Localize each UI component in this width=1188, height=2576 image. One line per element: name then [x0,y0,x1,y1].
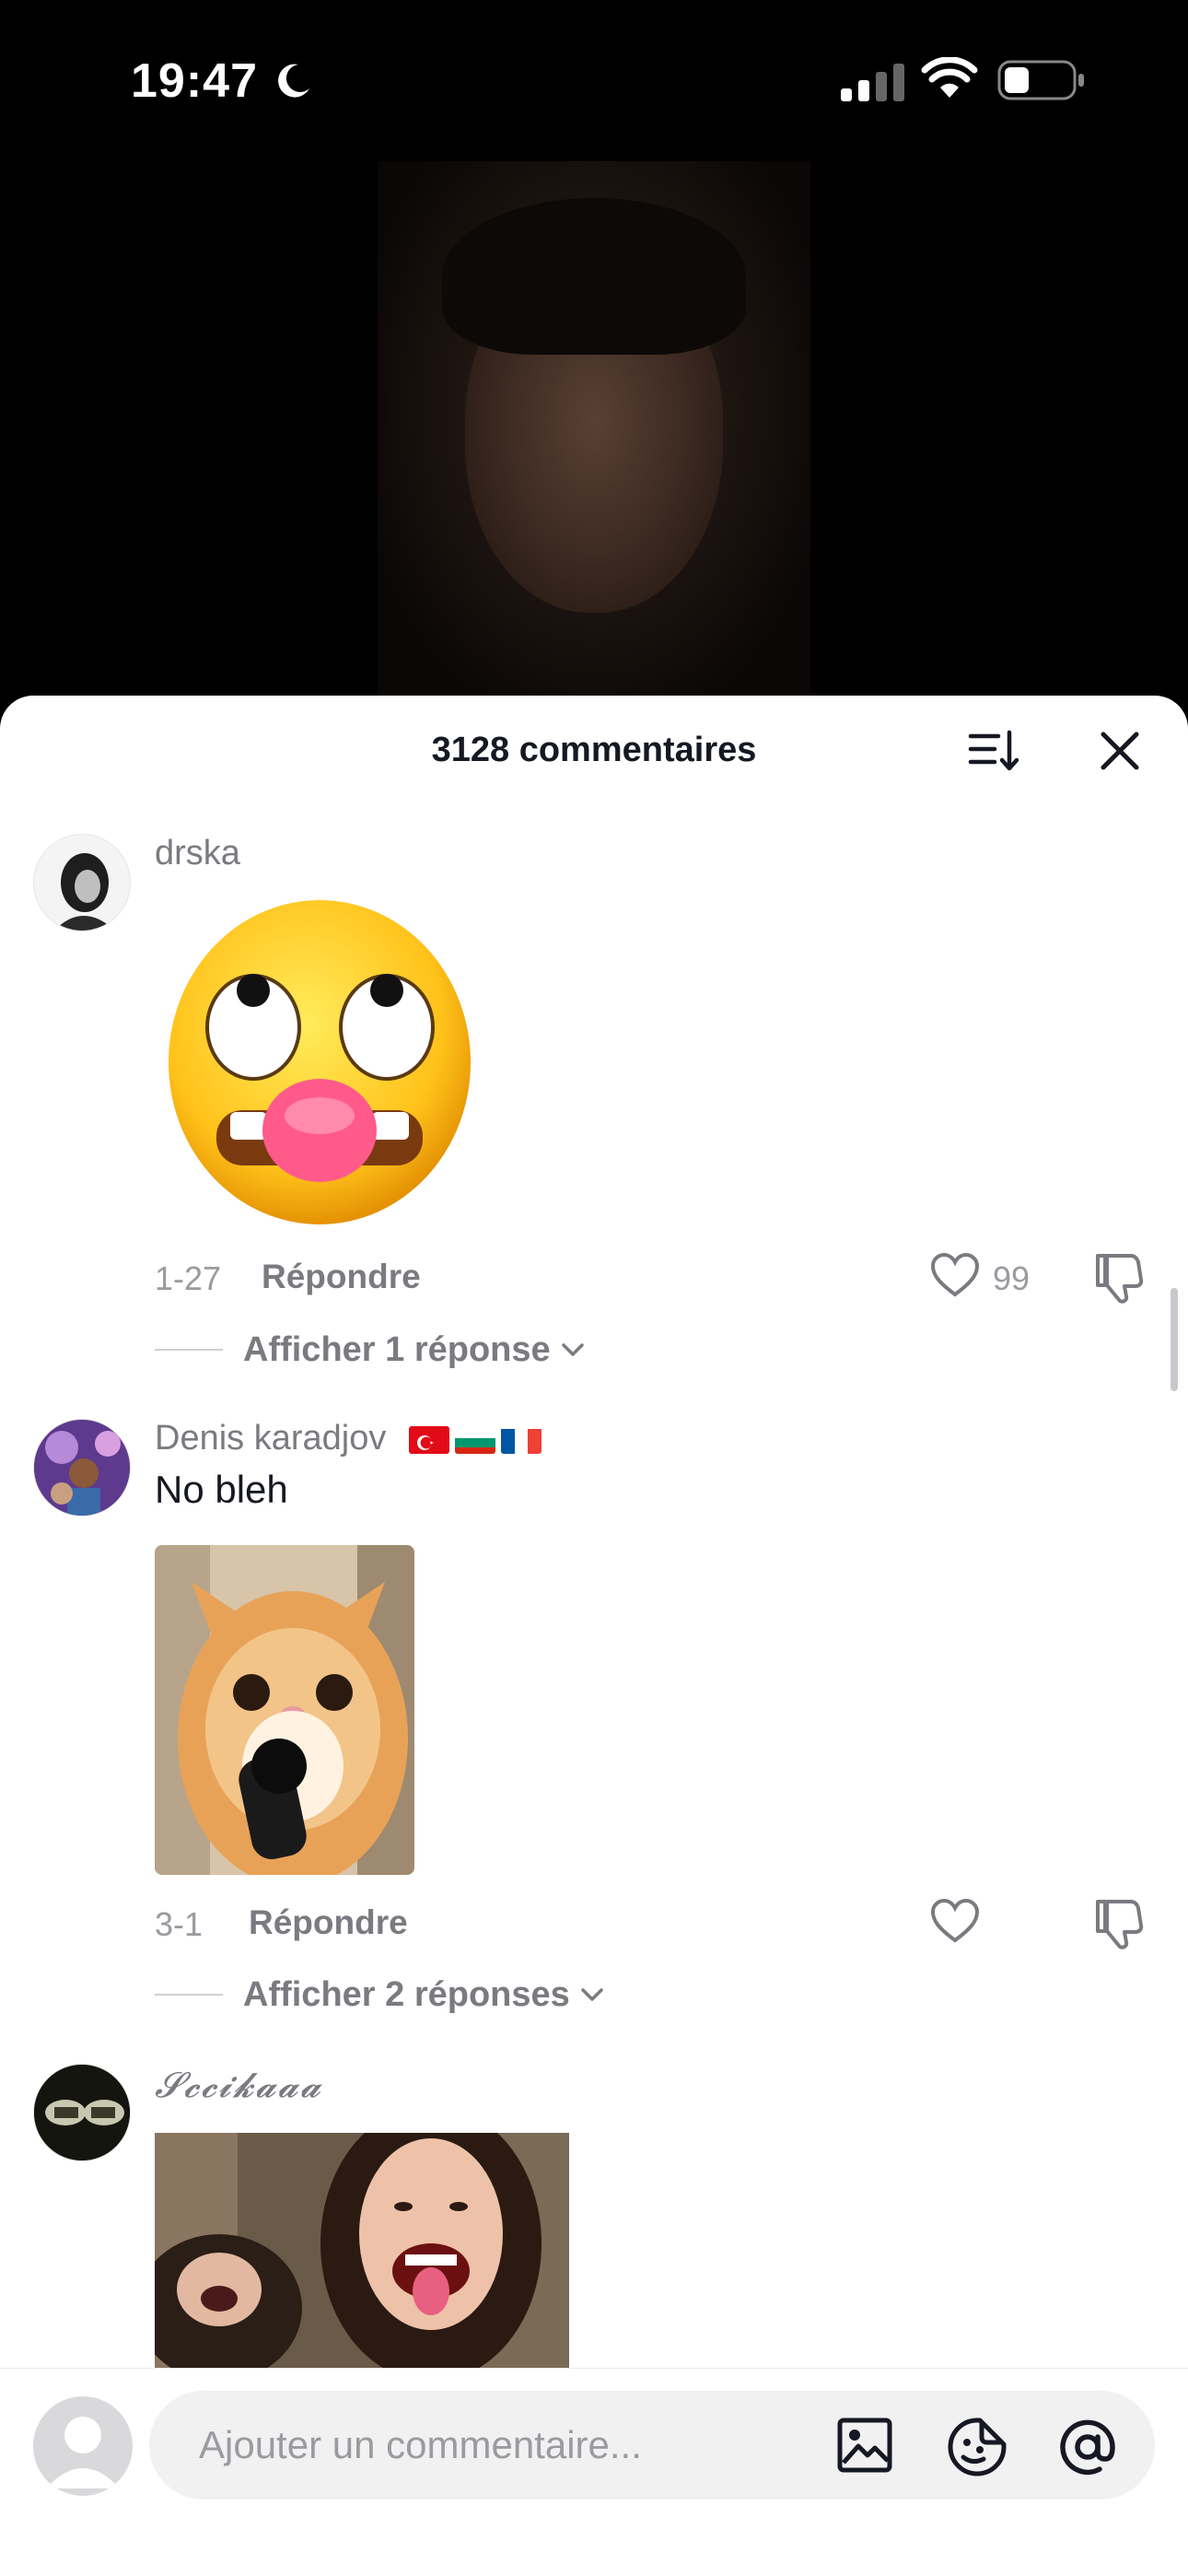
france-flag-icon [500,1426,542,1454]
scrollbar[interactable] [1171,1288,1178,1391]
image-icon[interactable] [836,2417,893,2474]
comment-text: No bleh [155,1468,288,1511]
cellular-signal-icon [841,64,904,101]
comment-date: 1-27 [155,1259,222,1297]
reply-button[interactable]: Répondre [249,1903,408,1942]
chevron-down-icon [581,1988,603,2001]
avatar[interactable] [33,834,131,931]
view-replies-label: Afficher 2 réponses [243,1974,570,2014]
view-replies-label: Afficher 1 réponse [243,1329,551,1369]
mention-at-icon[interactable] [1057,2417,1118,2477]
wifi-icon [921,57,978,98]
comment-username-row: Denis karadjov [155,1419,542,1458]
status-time: 19:47 [131,54,258,108]
comment-input[interactable] [197,2391,842,2500]
avatar[interactable] [33,2064,131,2161]
comment-username[interactable]: drska [155,834,240,873]
flag-emojis [408,1425,542,1454]
comment-username[interactable]: Denis karadjov [155,1419,386,1458]
reply-button[interactable]: Répondre [262,1258,421,1296]
view-replies-button[interactable]: Afficher 1 réponse [155,1327,586,1373]
sort-icon[interactable] [967,723,1022,779]
view-replies-button[interactable]: Afficher 2 réponses [155,1972,605,2018]
heart-icon[interactable] [930,1252,980,1298]
comment-input-bar [0,2368,1188,2576]
comment-input-pill[interactable] [149,2391,1155,2500]
close-icon[interactable] [1092,723,1147,779]
dislike-icon[interactable] [1094,1898,1144,1950]
divider [155,1994,223,1996]
user-avatar [33,2396,133,2496]
avatar[interactable] [33,1419,131,1516]
turkey-flag-icon [408,1425,449,1454]
comment-date: 3-1 [155,1905,204,1943]
battery-icon [997,60,1084,100]
moon-icon [278,64,309,98]
sticker-emoji-image[interactable] [166,898,473,1230]
comment-image-cat[interactable] [155,1545,414,1875]
heart-icon[interactable] [930,1898,980,1944]
dislike-icon[interactable] [1094,1252,1144,1304]
video-thumbnail[interactable] [378,161,810,705]
comments-sheet: 3128 commentaires drska 1-27 Répondre 99… [0,696,1188,2576]
comment-image-women-laughing[interactable] [155,2133,569,2369]
bulgaria-flag-icon [454,1426,495,1454]
comment-username[interactable]: 𝓢𝓬𝓬𝓲𝓴𝓪𝓪𝓪 [155,2065,322,2106]
chevron-down-icon [561,1343,584,1356]
like-count: 99 [993,1259,1031,1297]
status-bar: 19:47 [0,0,1188,157]
video-hair [442,198,746,355]
emoji-sticker-icon[interactable] [947,2417,1007,2477]
divider [155,1349,223,1351]
